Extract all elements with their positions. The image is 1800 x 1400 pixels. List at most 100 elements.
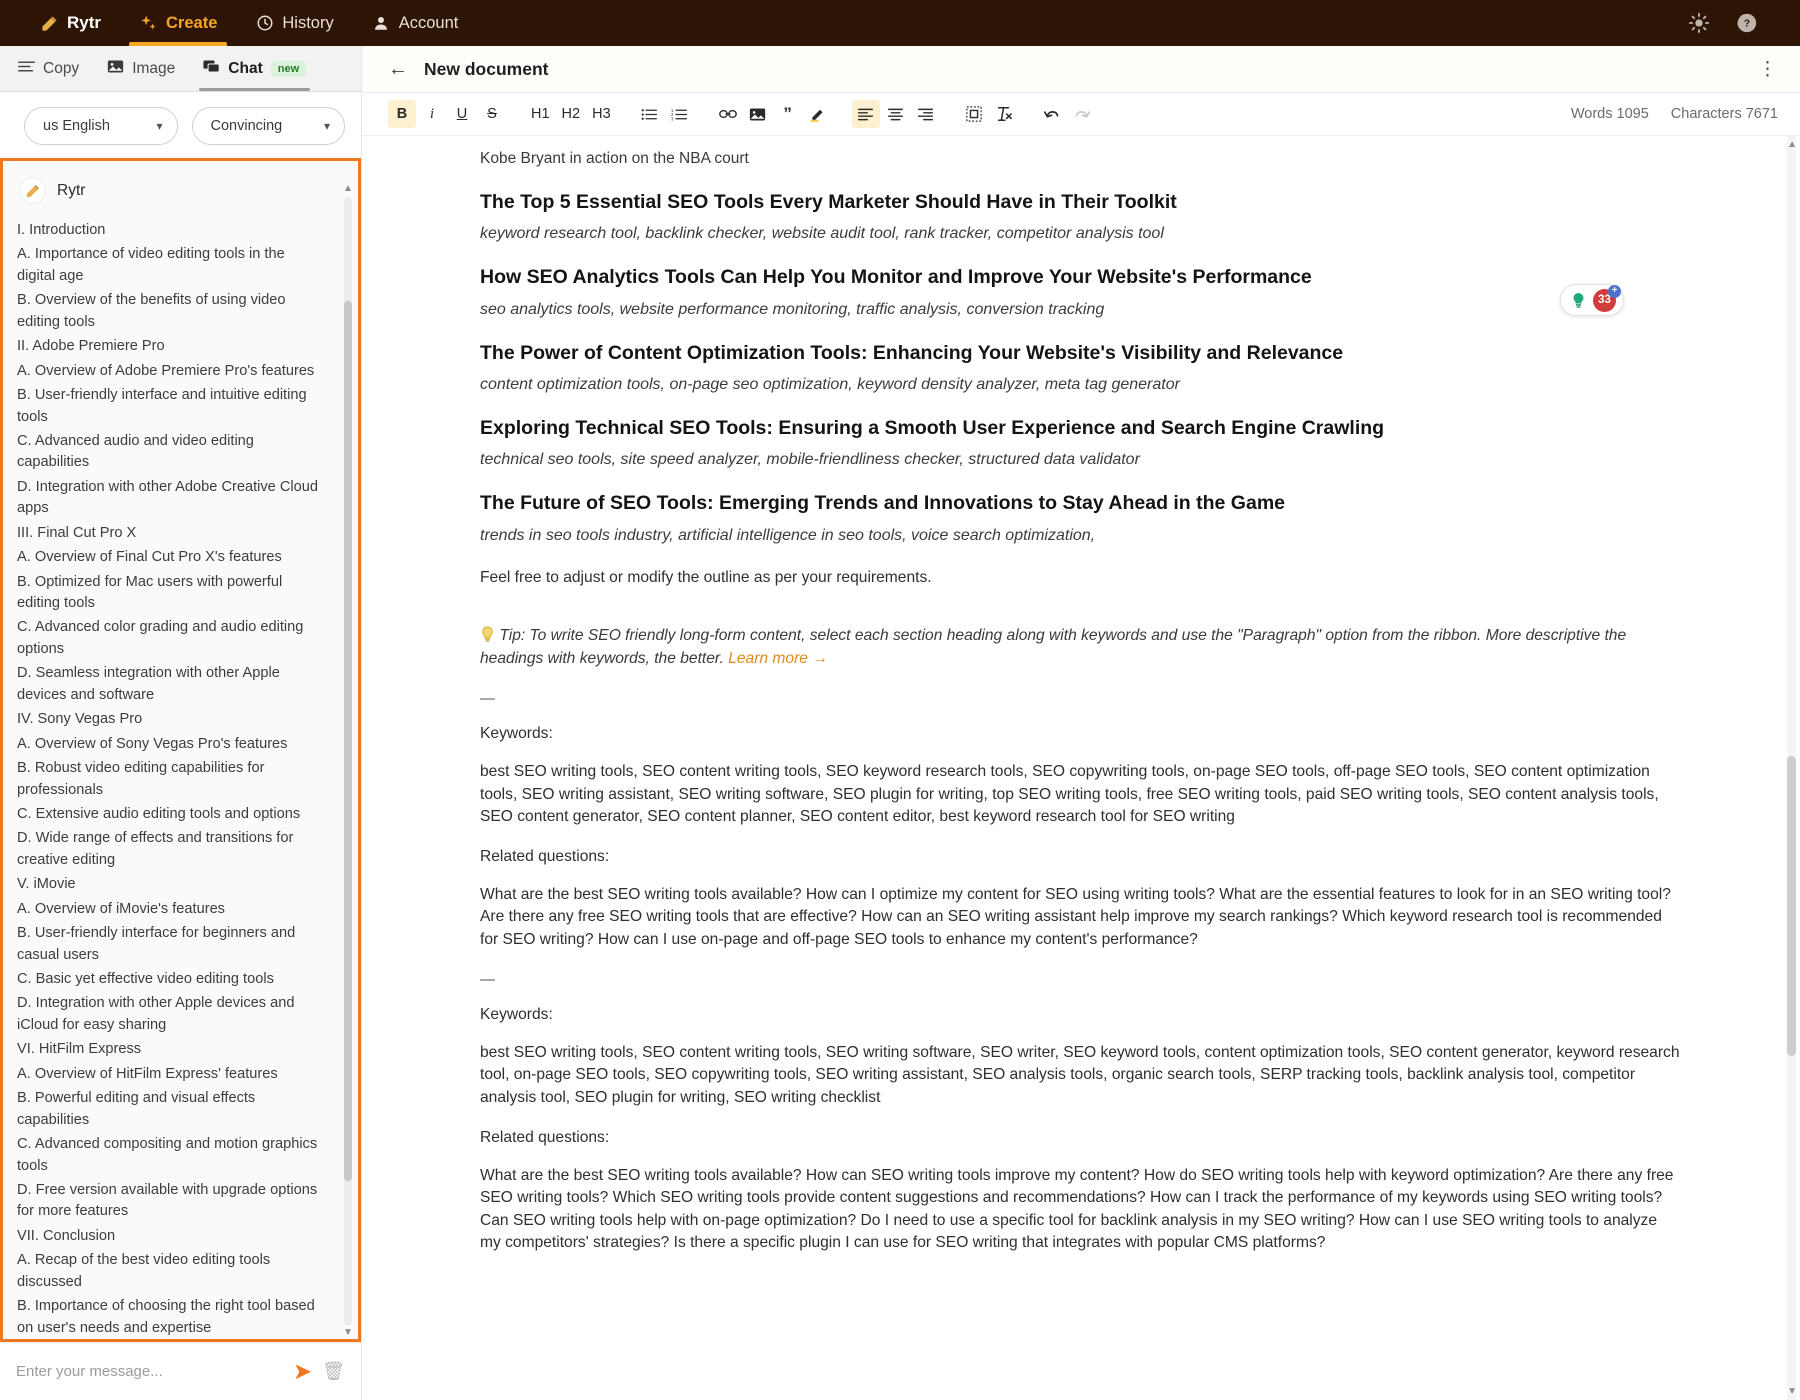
redo-button[interactable] (1068, 100, 1096, 128)
numbered-list-button[interactable]: 123 (666, 100, 694, 128)
nav-item-account[interactable]: Account (356, 0, 475, 46)
seo-tip-text: Tip: To write SEO friendly long-form con… (480, 627, 1626, 667)
outline-line: A. Overview of HitFilm Express' features (17, 1064, 336, 1085)
outline-line: VI. HitFilm Express (17, 1039, 336, 1060)
tab-copy[interactable]: Copy (4, 47, 93, 91)
outline-line: A. Importance of video editing tools in … (17, 244, 336, 287)
chat-message-input[interactable] (16, 1363, 283, 1380)
outline-line: V. iMovie (17, 874, 336, 895)
outline-line: B. Importance of choosing the right tool… (17, 1296, 336, 1339)
lightbulb-icon[interactable] (1568, 290, 1589, 311)
outline-line: D. Integration with other Adobe Creative… (17, 477, 336, 520)
nav-item-rytr[interactable]: Rytr (24, 0, 117, 46)
left-panel-controls: us English ▾ Convincing ▾ (0, 92, 361, 158)
document-scroll-up-arrow[interactable]: ▲ (1787, 139, 1797, 150)
top-nav-items: Rytr Create History Account (24, 0, 474, 46)
tab-chat-label: Chat (228, 60, 262, 78)
caption-text: Kobe Bryant in action on the NBA court (480, 150, 1680, 168)
outline-line: D. Free version available with upgrade o… (17, 1180, 336, 1223)
chat-scrollbar-thumb[interactable] (344, 301, 352, 1181)
clear-formatting-button[interactable] (990, 100, 1018, 128)
outline-line: II. Adobe Premiere Pro (17, 336, 336, 357)
strikethrough-button[interactable]: S (478, 100, 506, 128)
heading-2-button[interactable]: H2 (557, 100, 586, 128)
bulleted-list-button[interactable] (636, 100, 664, 128)
kebab-menu-icon[interactable]: ⋮ (1758, 58, 1778, 81)
nav-item-create[interactable]: Create (123, 0, 233, 46)
outline-line: IV. Sony Vegas Pro (17, 709, 336, 730)
section-keywords: keyword research tool, backlink checker,… (480, 225, 1680, 243)
tab-chat[interactable]: Chat new (189, 47, 320, 91)
document-sections: The Top 5 Essential SEO Tools Every Mark… (480, 190, 1680, 545)
learn-more-link[interactable]: Learn more → (728, 650, 828, 667)
outline-line: A. Overview of Adobe Premiere Pro's feat… (17, 361, 336, 382)
page-title: New document (424, 59, 548, 80)
chat-scroll-down-arrow[interactable]: ▼ (343, 1327, 353, 1337)
rytr-avatar-icon (19, 177, 46, 204)
language-select[interactable]: us English ▾ (24, 107, 178, 145)
italic-button[interactable]: i (418, 100, 446, 128)
outline-line: B. User-friendly interface and intuitive… (17, 385, 336, 428)
tone-select[interactable]: Convincing ▾ (192, 107, 346, 145)
document-scroll-down-arrow[interactable]: ▼ (1787, 1386, 1797, 1397)
tab-chat-new-badge: new (271, 61, 306, 77)
image-button[interactable] (744, 100, 772, 128)
send-icon[interactable]: ➤ (293, 1360, 312, 1383)
outline-line: B. User-friendly interface for beginners… (17, 923, 336, 966)
divider: — (480, 971, 1680, 988)
nav-item-history-label: History (282, 0, 333, 46)
highlighter-button[interactable] (804, 100, 832, 128)
keywords-label: Keywords: (480, 1006, 1680, 1024)
outline-line: B. Robust video editing capabilities for… (17, 758, 336, 801)
clock-icon (255, 14, 274, 33)
undo-button[interactable] (1038, 100, 1066, 128)
left-panel-tabs: Copy Image Chat new (0, 46, 361, 92)
align-center-button[interactable] (882, 100, 910, 128)
keyword-question-blocks: — Keywords: best SEO writing tools, SEO co… (480, 690, 1680, 1254)
outline-line: III. Final Cut Pro X (17, 523, 336, 544)
link-button[interactable] (714, 100, 742, 128)
underline-button[interactable]: U (448, 100, 476, 128)
closing-note: Feel free to adjust or modify the outlin… (480, 567, 1680, 589)
tone-select-value: Convincing (211, 118, 283, 134)
section-heading: Exploring Technical SEO Tools: Ensuring … (480, 416, 1680, 441)
document-header: ← New document ⋮ (362, 46, 1800, 92)
theme-toggle-icon[interactable] (1688, 12, 1710, 34)
document-counters: Words 1095 Characters 7671 (1571, 106, 1778, 122)
chat-scroll-up-arrow[interactable]: ▲ (343, 183, 353, 193)
keywords-text: best SEO writing tools, SEO content writ… (480, 761, 1680, 828)
chat-outline-message: I. Introduction A. Importance of video ed… (17, 220, 336, 1339)
suggestions-floating-widget[interactable]: 33 + (1560, 284, 1624, 316)
top-nav-right-actions: ? (1688, 12, 1776, 34)
back-arrow-icon[interactable]: ← (388, 58, 408, 81)
language-select-value: us English (43, 118, 110, 134)
svg-text:3: 3 (671, 116, 674, 121)
blockquote-button[interactable]: ” (774, 100, 802, 128)
image-icon (107, 59, 124, 79)
chat-conversation-panel: Rytr I. Introduction A. Importance of vid… (0, 158, 361, 1342)
insert-frame-button[interactable] (960, 100, 988, 128)
section-heading: The Future of SEO Tools: Emerging Trends… (480, 491, 1680, 516)
outline-line: A. Recap of the best video editing tools… (17, 1250, 336, 1293)
nav-item-history[interactable]: History (239, 0, 349, 46)
plus-icon: + (1608, 285, 1621, 298)
trash-icon[interactable]: 🗑 (322, 1361, 345, 1382)
help-icon[interactable]: ? (1736, 12, 1758, 34)
heading-1-button[interactable]: H1 (526, 100, 555, 128)
tab-image[interactable]: Image (93, 47, 189, 91)
align-left-button[interactable] (852, 100, 880, 128)
outline-line: C. Advanced color grading and audio edit… (17, 617, 336, 660)
keywords-label: Keywords: (480, 725, 1680, 743)
status-badge[interactable]: 33 + (1593, 289, 1616, 312)
align-right-button[interactable] (912, 100, 940, 128)
assistant-name-label: Rytr (57, 182, 85, 200)
outline-line: I. Introduction (17, 220, 336, 241)
chat-scroll-area: Rytr I. Introduction A. Importance of vid… (3, 161, 358, 1339)
related-questions-label: Related questions: (480, 848, 1680, 866)
bold-button[interactable]: B (388, 100, 416, 128)
document-scrollbar-thumb[interactable] (1787, 756, 1796, 1056)
section-keywords: seo analytics tools, website performance… (480, 301, 1680, 319)
heading-3-button[interactable]: H3 (587, 100, 616, 128)
document-scroll-area: Kobe Bryant in action on the NBA court T… (362, 136, 1800, 1400)
nav-item-account-label: Account (399, 0, 459, 46)
